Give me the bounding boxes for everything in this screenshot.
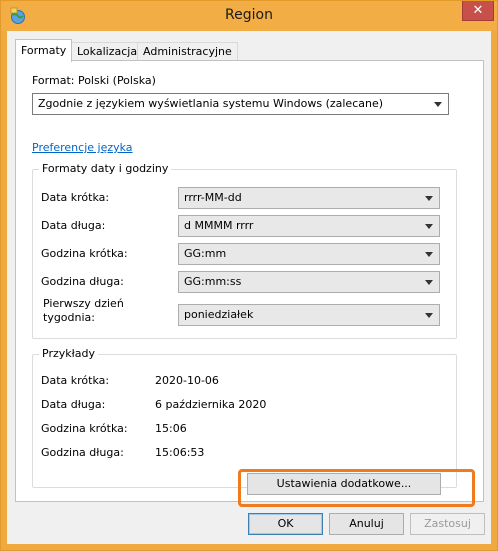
long-time-label: Godzina długa: [41,275,124,288]
long-date-label: Data długa: [41,219,106,232]
chevron-down-icon [425,313,433,318]
example-long-time-value: 15:06:53 [155,446,205,459]
example-short-date-value: 2020-10-06 [155,374,219,387]
example-long-date-label: Data długa: [41,398,106,411]
date-time-formats-group: Formaty daty i godziny Data krótka: rrrr… [32,162,457,339]
short-date-label: Data krótka: [41,191,110,204]
close-icon: ✕ [472,3,484,18]
format-label: Format: Polski (Polska) [32,74,156,87]
long-date-select[interactable]: d MMMM rrrr [178,215,440,237]
short-date-select[interactable]: rrrr-MM-dd [178,187,440,209]
ok-button[interactable]: OK [248,513,323,535]
long-time-select[interactable]: GG:mm:ss [178,271,440,293]
dialog-client-area: Formaty Lokalizacja Administracyjne Form… [7,31,491,544]
tab-formaty[interactable]: Formaty [15,39,73,62]
chevron-down-icon [425,196,433,201]
tab-administracyjne[interactable]: Administracyjne [137,42,238,61]
short-time-value: GG:mm [184,247,227,260]
formats-tab-panel: Format: Polski (Polska) Zgodnie z języki… [15,60,484,502]
example-short-time-label: Godzina krótka: [41,422,128,435]
long-date-value: d MMMM rrrr [184,219,254,232]
chevron-down-icon [425,224,433,229]
examples-group: Przykłady Data krótka: 2020-10-06 Data d… [32,347,457,488]
chevron-down-icon [434,102,442,107]
tab-lokalizacja[interactable]: Lokalizacja [71,42,144,61]
example-long-time-label: Godzina długa: [41,446,124,459]
first-day-select[interactable]: poniedziałek [178,304,440,326]
short-date-value: rrrr-MM-dd [184,191,242,204]
cancel-button[interactable]: Anuluj [329,513,404,535]
first-day-label-line1: Pierwszy dzień [43,297,124,310]
format-select[interactable]: Zgodnie z językiem wyświetlania systemu … [32,93,449,115]
short-time-label: Godzina krótka: [41,247,128,260]
first-day-value: poniedziałek [184,308,254,321]
chevron-down-icon [425,252,433,257]
short-time-select[interactable]: GG:mm [178,243,440,265]
close-button[interactable]: ✕ [462,1,494,21]
long-time-value: GG:mm:ss [184,275,242,288]
examples-title: Przykłady [39,347,98,360]
example-short-time-value: 15:06 [155,422,187,435]
date-time-formats-title: Formaty daty i godziny [39,162,172,175]
format-select-value: Zgodnie z językiem wyświetlania systemu … [38,97,384,110]
example-long-date-value: 6 października 2020 [155,398,267,411]
first-day-label-line2: tygodnia: [43,311,95,324]
language-preferences-link[interactable]: Preferencje języka [32,141,133,154]
region-window: Region ✕ Formaty Lokalizacja Administrac… [0,0,498,551]
chevron-down-icon [425,280,433,285]
title-bar[interactable]: Region ✕ [1,1,497,31]
example-short-date-label: Data krótka: [41,374,110,387]
window-title: Region [225,7,273,23]
additional-settings-button[interactable]: Ustawienia dodatkowe... [247,473,441,495]
apply-button[interactable]: Zastosuj [410,513,485,535]
